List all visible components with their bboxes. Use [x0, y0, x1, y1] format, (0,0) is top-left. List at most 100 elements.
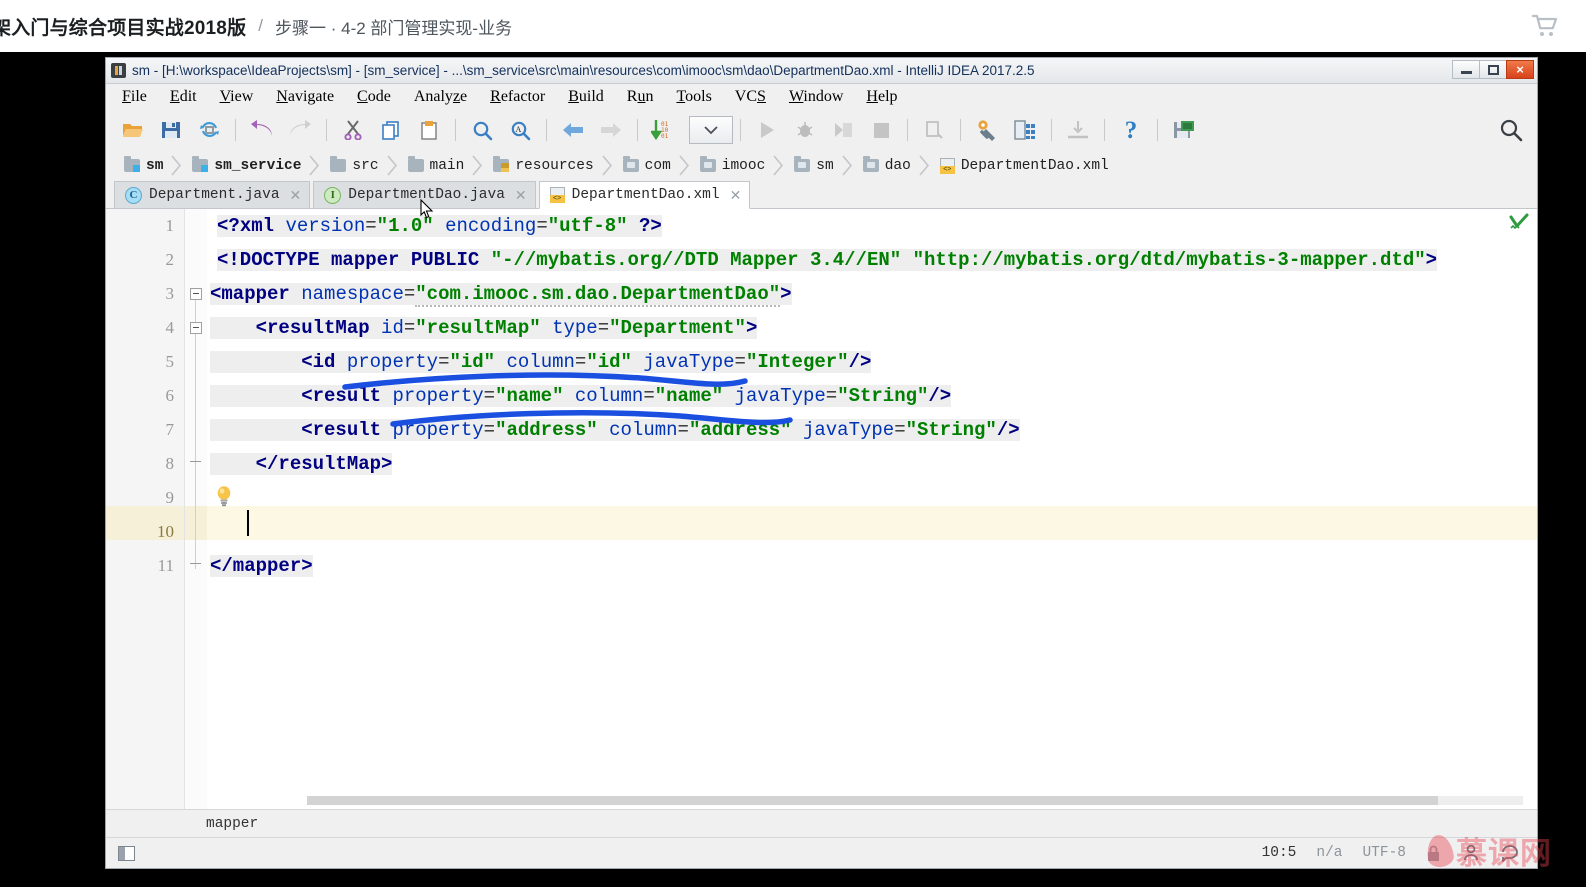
replace-button[interactable]: A — [505, 115, 535, 145]
maximize-button[interactable] — [1479, 60, 1507, 79]
status-bar-right-group: 10:5 n/a UTF-8 — [1262, 838, 1521, 868]
code-line-5: <id property="id" column="id" javaType="… — [210, 345, 872, 379]
code-line-2: <!DOCTYPE mapper PUBLIC "-//mybatis.org/… — [217, 249, 1438, 271]
menu-item-analyze[interactable]: Analyze — [414, 88, 467, 106]
commit-button — [1063, 115, 1093, 145]
save-database-button[interactable] — [1169, 115, 1199, 145]
sync-refresh-button[interactable] — [194, 115, 224, 145]
tab-close-icon[interactable]: ✕ — [290, 188, 302, 202]
commit-icon — [1068, 121, 1088, 139]
breadcrumb-item-departmentdao-xml[interactable]: DepartmentDao.xml — [934, 154, 1113, 177]
toggle-toolwindows-icon[interactable] — [118, 845, 135, 861]
find-button[interactable] — [467, 115, 497, 145]
minimize-icon — [1460, 71, 1472, 74]
line-separator-status[interactable]: n/a — [1316, 845, 1342, 861]
caret-position-status[interactable]: 10:5 — [1262, 845, 1297, 861]
project-structure-button[interactable] — [1010, 115, 1040, 145]
code-text-area[interactable]: <?xml version="1.0" encoding="utf-8" ?> … — [207, 209, 1537, 809]
code-line-11: </mapper> — [210, 555, 313, 577]
horizontal-scrollbar-track[interactable] — [307, 796, 1523, 805]
breadcrumb-item-main[interactable]: main — [402, 154, 469, 177]
tab-department-java[interactable]: C Department.java ✕ — [114, 181, 311, 208]
menu-item-window[interactable]: Window — [789, 88, 843, 106]
menu-item-help[interactable]: Help — [866, 88, 897, 106]
back-navigate-button[interactable] — [558, 115, 588, 145]
tab-close-icon[interactable]: ✕ — [730, 188, 742, 202]
breadcrumb-item-sm[interactable]: sm — [118, 154, 167, 177]
menu-item-navigate[interactable]: Navigate — [276, 88, 334, 106]
shopping-cart-icon[interactable] — [1532, 14, 1558, 38]
coverage-icon — [835, 123, 852, 137]
menu-item-refactor[interactable]: Refactor — [490, 88, 545, 106]
line-number: 11 — [157, 556, 174, 575]
tab-departmentdao-xml[interactable]: DepartmentDao.xml ✕ — [538, 181, 751, 209]
paste-button[interactable] — [414, 115, 444, 145]
run-button — [752, 115, 782, 145]
save-all-button[interactable] — [156, 115, 186, 145]
window-titlebar[interactable]: sm - [H:\workspace\IdeaProjects\sm] - [s… — [106, 58, 1537, 84]
search-everywhere-icon[interactable] — [1499, 118, 1523, 142]
breadcrumb-item-imooc[interactable]: imooc — [694, 154, 770, 177]
write-lock-icon[interactable] — [1426, 845, 1441, 862]
menu-item-view[interactable]: View — [220, 88, 254, 106]
compile-button[interactable]: 01 10 01 — [649, 115, 679, 145]
menu-item-vcs[interactable]: VCS — [735, 88, 766, 106]
module-folder-icon — [192, 156, 209, 172]
menu-item-file[interactable]: File — [122, 88, 147, 106]
toolbar-separator — [1051, 119, 1052, 141]
editor-gutter[interactable]: 1 2 3 4 5 6 7 8 9 10 11 — [106, 209, 185, 809]
toolbar-separator — [1157, 119, 1158, 141]
inspection-ok-checkmark-icon[interactable] — [1509, 213, 1529, 233]
editor-bottom-breadcrumb[interactable]: mapper — [106, 809, 1537, 837]
tab-label: Department.java — [149, 187, 280, 203]
git-branch-icon[interactable] — [1461, 844, 1481, 862]
breadcrumb-chevron-icon — [171, 155, 182, 176]
toolbar-separator — [455, 119, 456, 141]
breadcrumb-item-dao[interactable]: dao — [857, 154, 915, 177]
coverage-button — [828, 115, 858, 145]
menu-item-run[interactable]: Run — [627, 88, 654, 106]
fold-toggle-mapper[interactable] — [190, 288, 202, 300]
breadcrumb-item-resources[interactable]: resources — [487, 154, 597, 177]
event-log-icon[interactable] — [1501, 844, 1521, 862]
breadcrumb-item-sm-package[interactable]: sm — [788, 154, 837, 177]
tab-departmentdao-java[interactable]: I DepartmentDao.java ✕ — [313, 181, 536, 208]
menu-item-code[interactable]: Code — [357, 88, 391, 106]
debug-icon — [797, 122, 813, 137]
fold-end-mapper — [190, 558, 202, 570]
toolbar-separator — [326, 119, 327, 141]
tab-close-icon[interactable]: ✕ — [515, 188, 527, 202]
close-button[interactable]: × — [1506, 60, 1534, 79]
run-configuration-dropdown[interactable] — [689, 116, 733, 144]
open-folder-button[interactable] — [118, 115, 148, 145]
menu-item-tools[interactable]: Tools — [676, 88, 711, 106]
editor-tab-bar: C Department.java ✕ I DepartmentDao.java… — [106, 181, 1537, 209]
editor-fold-column[interactable] — [185, 209, 207, 809]
fold-toggle-resultmap[interactable] — [190, 322, 202, 334]
minimize-button[interactable] — [1452, 60, 1480, 79]
settings-button[interactable] — [972, 115, 1002, 145]
copy-button[interactable] — [376, 115, 406, 145]
code-editor[interactable]: 1 2 3 4 5 6 7 8 9 10 11 <?xml version="1… — [106, 209, 1537, 809]
undo-button[interactable] — [247, 115, 277, 145]
lightbulb-icon[interactable] — [215, 485, 233, 507]
forward-navigate-icon — [601, 123, 621, 137]
breadcrumb-item-src[interactable]: src — [324, 154, 382, 177]
back-navigate-icon — [563, 123, 583, 137]
menu-item-build[interactable]: Build — [568, 88, 604, 106]
breadcrumb-label: dao — [884, 157, 911, 174]
package-folder-icon — [794, 156, 811, 172]
breadcrumb-item-sm-service[interactable]: sm_service — [186, 154, 305, 177]
save-database-icon — [1174, 121, 1194, 138]
menu-bar: File Edit View Navigate Code Analyze Ref… — [106, 84, 1537, 110]
chevron-down-icon — [704, 125, 718, 134]
horizontal-scrollbar-thumb[interactable] — [307, 796, 1438, 805]
breadcrumb-label: sm — [146, 157, 164, 174]
code-line-3: <mapper namespace="com.imooc.sm.dao.Depa… — [210, 283, 792, 307]
course-step-title: 步骤一 · 4-2 部门管理实现-业务 — [275, 18, 513, 38]
help-button[interactable]: ? — [1116, 115, 1146, 145]
cut-button[interactable] — [338, 115, 368, 145]
breadcrumb-item-com[interactable]: com — [617, 154, 675, 177]
encoding-status[interactable]: UTF-8 — [1362, 845, 1406, 861]
menu-item-edit[interactable]: Edit — [170, 88, 197, 106]
